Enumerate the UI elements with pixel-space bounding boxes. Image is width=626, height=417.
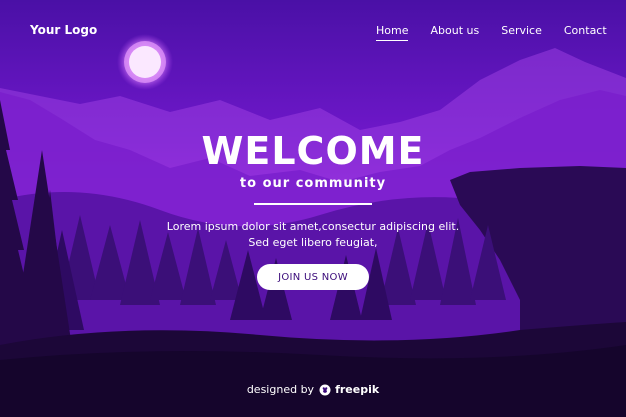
join-us-button[interactable]: JOIN US NOW (257, 264, 369, 290)
footer-brand[interactable]: freepik (335, 383, 379, 396)
hero-divider (254, 203, 372, 205)
nav-service[interactable]: Service (501, 24, 542, 41)
moon (117, 34, 173, 90)
hero-description: Lorem ipsum dolor sit amet,consectur adi… (0, 219, 626, 251)
main-nav: Home About us Service Contact (376, 24, 607, 41)
hero-title: WELCOME (201, 129, 425, 173)
mountain-forest-background (0, 0, 626, 417)
nav-about-us[interactable]: About us (430, 24, 479, 41)
freepik-icon (319, 384, 331, 395)
landing-page: Your Logo Home About us Service Contact … (0, 0, 626, 417)
hero-description-line-1: Lorem ipsum dolor sit amet,consectur adi… (166, 220, 460, 233)
hero-description-line-2: Sed eget libero feugiat, (248, 236, 378, 249)
footer-prefix: designed by (246, 383, 315, 396)
hero-subtitle: to our community (239, 176, 387, 191)
nav-contact[interactable]: Contact (564, 24, 607, 41)
footer-credit: designed by freepik (0, 383, 626, 396)
site-logo[interactable]: Your Logo (30, 23, 97, 37)
nav-home[interactable]: Home (376, 24, 409, 41)
